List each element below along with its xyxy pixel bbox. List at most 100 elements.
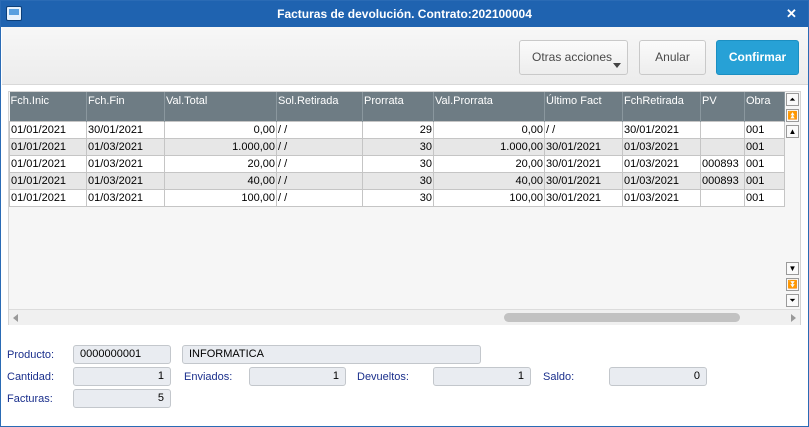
table-cell: 1.000,00 xyxy=(164,137,277,156)
title-bar: Facturas de devolución. Contrato:2021000… xyxy=(1,1,808,27)
column-header[interactable]: Prorrata xyxy=(362,92,434,121)
scroll-page-down-icon[interactable]: ⏬ xyxy=(786,278,799,291)
otras-acciones-button[interactable]: Otras acciones xyxy=(519,40,628,75)
table-cell: 01/03/2021 xyxy=(622,188,701,207)
table-cell: 001 xyxy=(744,120,785,139)
table-cell: 20,00 xyxy=(433,154,545,173)
facturas-field[interactable]: 5 xyxy=(73,389,171,408)
horizontal-scrollbar[interactable] xyxy=(9,309,800,325)
action-toolbar: Otras acciones Anular Confirmar xyxy=(2,27,808,85)
devueltos-label: Devueltos: xyxy=(357,371,409,383)
column-header[interactable]: Fch.Fin xyxy=(86,92,165,121)
table-cell: 29 xyxy=(362,120,434,139)
table-cell: 100,00 xyxy=(164,188,277,207)
table-cell: 30/01/2021 xyxy=(86,120,165,139)
table-cell: 30/01/2021 xyxy=(544,137,623,156)
table-row[interactable]: 01/01/2021 01/03/2021 40,00 / /30 40,00 30/0… xyxy=(9,171,785,190)
table-cell: 30 xyxy=(362,137,434,156)
table-row[interactable]: 01/01/2021 30/01/2021 0,00 / /29 0,00 / /30… xyxy=(9,120,785,139)
scroll-left-icon[interactable] xyxy=(13,314,18,322)
table-cell: 001 xyxy=(744,154,785,173)
table-header-row: Fch.Inic Fch.Fin Val.Total Sol.Retirada Pror… xyxy=(9,92,785,121)
table-cell: 01/01/2021 xyxy=(9,120,87,139)
scroll-top-icon[interactable]: ⏶ xyxy=(786,93,799,106)
table-cell: / / xyxy=(276,120,363,139)
table-cell: 000893 xyxy=(700,171,745,190)
table-cell: 30/01/2021 xyxy=(622,120,701,139)
table-cell xyxy=(700,120,745,139)
table-cell: 001 xyxy=(744,171,785,190)
table-cell: 01/03/2021 xyxy=(622,154,701,173)
scroll-down-icon[interactable]: ▼ xyxy=(786,262,799,275)
close-icon[interactable]: ✕ xyxy=(783,5,800,22)
table-cell xyxy=(700,137,745,156)
table-cell: 40,00 xyxy=(164,171,277,190)
table-row[interactable]: 01/01/2021 01/03/2021 1.000,00 / /30 1.000,… xyxy=(9,137,785,156)
table-cell: 1.000,00 xyxy=(433,137,545,156)
table-cell: 30 xyxy=(362,171,434,190)
table-cell: 0,00 xyxy=(433,120,545,139)
producto-label: Producto: xyxy=(7,349,55,361)
table-cell: 01/03/2021 xyxy=(622,171,701,190)
table-cell: 000893 xyxy=(700,154,745,173)
scroll-page-up-icon[interactable]: ⏫ xyxy=(786,109,799,122)
table-cell: 0,00 xyxy=(164,120,277,139)
window-title: Facturas de devolución. Contrato:2021000… xyxy=(277,7,532,21)
column-header[interactable]: Val.Prorrata xyxy=(433,92,545,121)
table-cell: / / xyxy=(276,137,363,156)
column-header[interactable]: Fch.Inic xyxy=(9,92,87,121)
scroll-right-icon[interactable] xyxy=(791,314,796,322)
horizontal-scroll-thumb[interactable] xyxy=(504,313,740,322)
table-cell: 40,00 xyxy=(433,171,545,190)
devueltos-field[interactable]: 1 xyxy=(433,367,531,386)
table-cell: 30/01/2021 xyxy=(544,188,623,207)
caret-down-icon xyxy=(613,63,621,68)
column-header[interactable]: Último Fact xyxy=(544,92,623,121)
table-cell: 100,00 xyxy=(433,188,545,207)
table-cell: 01/03/2021 xyxy=(86,154,165,173)
dialog-window: Facturas de devolución. Contrato:2021000… xyxy=(0,0,809,427)
table-cell: / / xyxy=(276,188,363,207)
table-cell: / / xyxy=(544,120,623,139)
table-cell: 20,00 xyxy=(164,154,277,173)
column-header[interactable]: PV xyxy=(700,92,745,121)
scroll-bottom-icon[interactable]: ⏷ xyxy=(786,294,799,307)
producto-name-field[interactable]: INFORMATICA xyxy=(182,345,481,364)
column-header[interactable]: FchRetirada xyxy=(622,92,701,121)
column-header[interactable]: Obra xyxy=(744,92,785,121)
table-cell: 01/01/2021 xyxy=(9,154,87,173)
facturas-label: Facturas: xyxy=(7,393,53,405)
saldo-label: Saldo: xyxy=(543,371,575,383)
anular-button[interactable]: Anular xyxy=(639,40,706,75)
otras-acciones-label: Otras acciones xyxy=(532,50,613,64)
saldo-field[interactable]: 0 xyxy=(609,367,707,386)
table-cell: / / xyxy=(276,171,363,190)
invoices-table: Fch.Inic Fch.Fin Val.Total Sol.Retirada Pror… xyxy=(9,92,785,207)
enviados-label: Enviados: xyxy=(184,371,233,383)
invoices-grid[interactable]: Fch.Inic Fch.Fin Val.Total Sol.Retirada Pror… xyxy=(8,91,801,325)
column-header[interactable]: Val.Total xyxy=(164,92,277,121)
table-cell xyxy=(700,188,745,207)
cantidad-field[interactable]: 1 xyxy=(73,367,171,386)
table-cell: 30/01/2021 xyxy=(544,154,623,173)
table-cell: 001 xyxy=(744,188,785,207)
confirmar-button[interactable]: Confirmar xyxy=(716,40,799,75)
table-cell: 30/01/2021 xyxy=(544,171,623,190)
table-cell: 01/01/2021 xyxy=(9,188,87,207)
enviados-field[interactable]: 1 xyxy=(249,367,346,386)
scroll-up-icon[interactable]: ▲ xyxy=(786,125,799,138)
table-cell: 01/03/2021 xyxy=(86,137,165,156)
table-cell: 01/03/2021 xyxy=(622,137,701,156)
table-cell: 01/01/2021 xyxy=(9,137,87,156)
table-cell: 30 xyxy=(362,188,434,207)
table-cell: 01/01/2021 xyxy=(9,171,87,190)
table-cell: 01/03/2021 xyxy=(86,188,165,207)
table-row[interactable]: 01/01/2021 01/03/2021 20,00 / /30 20,00 30/0… xyxy=(9,154,785,173)
column-header[interactable]: Sol.Retirada xyxy=(276,92,363,121)
table-cell: 01/03/2021 xyxy=(86,171,165,190)
producto-code-field[interactable]: 0000000001 xyxy=(73,345,171,364)
vertical-scrollbar[interactable]: ⏶ ⏫ ▲ ▼ ⏬ ⏷ xyxy=(784,92,801,309)
table-cell: / / xyxy=(276,154,363,173)
table-row[interactable]: 01/01/2021 01/03/2021 100,00 / /30 100,00 30… xyxy=(9,188,785,207)
cantidad-label: Cantidad: xyxy=(7,371,55,383)
